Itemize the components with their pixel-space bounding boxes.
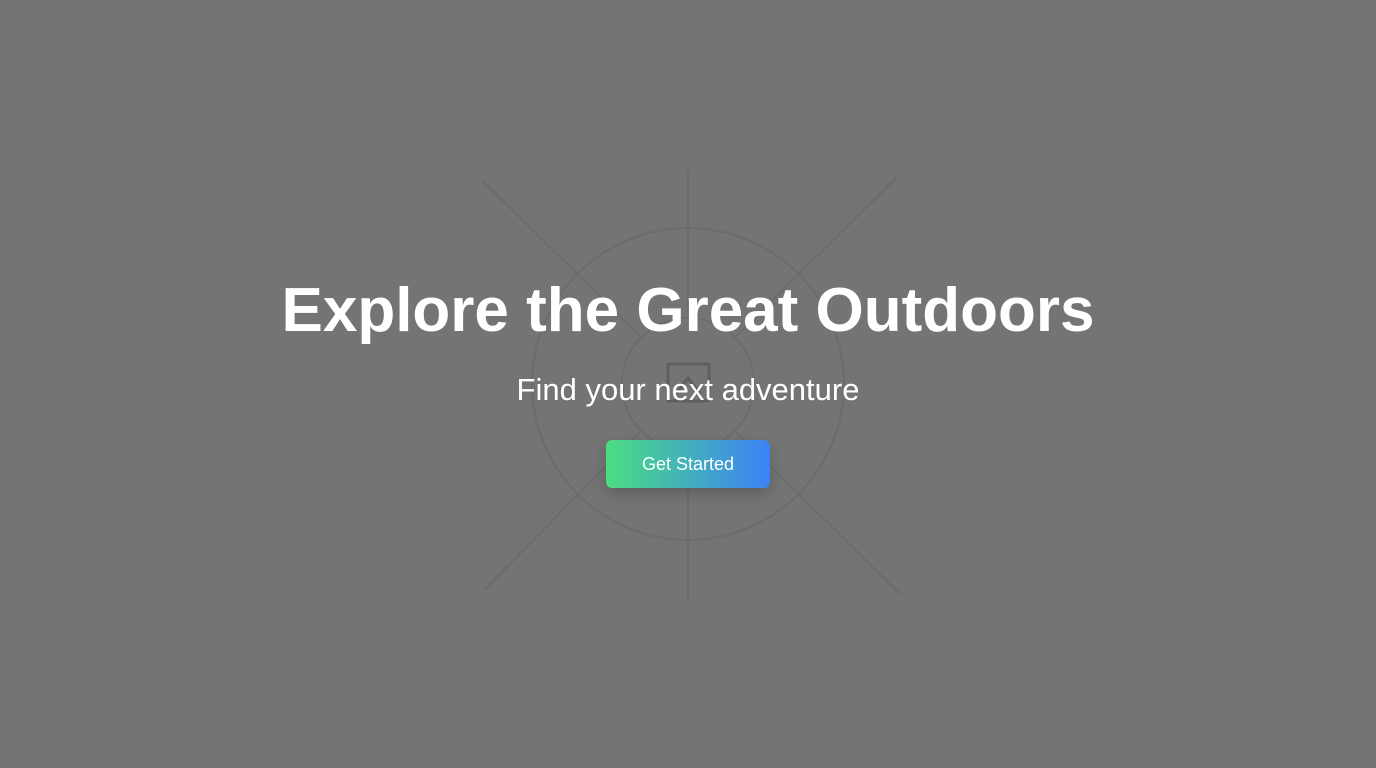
hero-content: Explore the Great Outdoors Find your nex… bbox=[0, 0, 1376, 768]
hero-subheadline: Find your next adventure bbox=[516, 372, 860, 407]
hero-section: Explore the Great Outdoors Find your nex… bbox=[0, 0, 1376, 768]
hero-headline: Explore the Great Outdoors bbox=[281, 276, 1095, 345]
get-started-button[interactable]: Get Started bbox=[606, 440, 770, 488]
